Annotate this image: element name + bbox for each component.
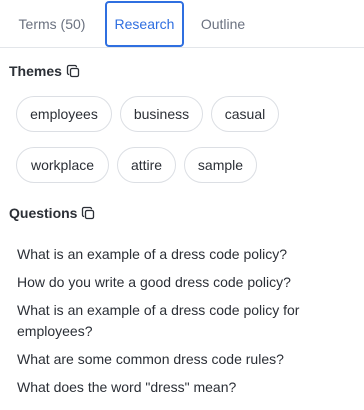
- theme-chip[interactable]: casual: [211, 96, 279, 132]
- theme-chip[interactable]: attire: [117, 147, 176, 183]
- question-item[interactable]: What are some common dress code rules?: [17, 349, 347, 370]
- question-item[interactable]: How do you write a good dress code polic…: [17, 272, 347, 293]
- theme-chip[interactable]: employees: [16, 96, 112, 132]
- questions-title: Questions: [9, 205, 78, 221]
- questions-list: What is an example of a dress code polic…: [17, 244, 347, 405]
- copy-icon[interactable]: [81, 206, 95, 220]
- tab-bar: Terms (50) Research Outline: [0, 0, 364, 48]
- questions-heading: Questions: [9, 205, 95, 221]
- themes-title: Themes: [9, 63, 62, 79]
- research-panel: Terms (50) Research Outline Themes emplo…: [0, 0, 364, 410]
- copy-icon[interactable]: [66, 64, 80, 78]
- question-item[interactable]: What is an example of a dress code polic…: [17, 244, 347, 265]
- question-item[interactable]: What does the word "dress" mean?: [17, 377, 347, 398]
- tab-terms[interactable]: Terms (50): [0, 0, 104, 48]
- themes-heading: Themes: [9, 63, 80, 79]
- theme-chip[interactable]: business: [120, 96, 203, 132]
- tab-research[interactable]: Research: [105, 1, 184, 47]
- question-item[interactable]: What is an example of a dress code polic…: [17, 300, 347, 342]
- theme-chip[interactable]: workplace: [16, 147, 109, 183]
- tab-outline[interactable]: Outline: [186, 0, 260, 48]
- theme-chip[interactable]: sample: [184, 147, 257, 183]
